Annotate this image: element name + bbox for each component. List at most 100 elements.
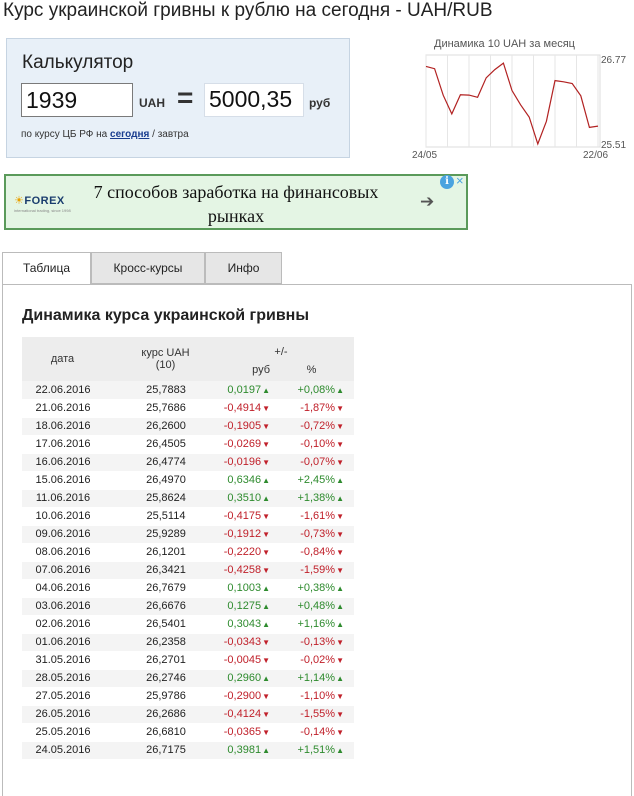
change-rub-value: 0,1275 <box>227 600 262 612</box>
change-pct-value: -1,10% <box>300 690 336 702</box>
cell-date: 27.05.2016 <box>22 687 100 706</box>
header-rub: руб <box>208 359 278 381</box>
cell-rate: 25,7686 <box>100 399 208 418</box>
change-pct-value: -0,73% <box>300 528 336 540</box>
cell-change-pct: -1,10%▼ <box>278 687 354 706</box>
change-rub-value: -0,0045 <box>223 654 262 666</box>
cell-change-pct: -1,61%▼ <box>278 507 354 526</box>
close-icon[interactable]: × <box>456 173 464 188</box>
change-pct-value: -0,14% <box>300 726 336 738</box>
arrow-down-icon: ▼ <box>336 728 344 737</box>
arrow-down-icon: ▼ <box>336 656 344 665</box>
arrow-down-icon: ▼ <box>262 512 270 521</box>
cell-change-pct: -0,14%▼ <box>278 723 354 742</box>
cell-rate: 26,1201 <box>100 543 208 562</box>
table-row: 31.05.2016 26,2701 -0,0045▼ -0,02%▼ <box>22 651 354 670</box>
today-link[interactable]: сегодня <box>110 129 149 140</box>
table-row: 17.06.2016 26,4505 -0,0269▼ -0,10%▼ <box>22 435 354 454</box>
arrow-up-icon: ▲ <box>336 476 344 485</box>
cell-change-rub: 0,3981▲ <box>208 741 278 760</box>
cell-change-pct: -0,72%▼ <box>278 417 354 436</box>
cell-rate: 26,6810 <box>100 723 208 742</box>
table-row: 09.06.2016 25,9289 -0,1912▼ -0,73%▼ <box>22 525 354 544</box>
change-pct-value: +1,51% <box>297 744 336 756</box>
cell-date: 01.06.2016 <box>22 633 100 652</box>
arrow-up-icon: ▲ <box>336 746 344 755</box>
cell-change-rub: -0,0196▼ <box>208 453 278 472</box>
mini-chart-svg: Динамика 10 UAH за месяц 26.77 25.51 24/… <box>412 38 626 161</box>
tab-content: Динамика курса украинской гривны дата ку… <box>2 284 632 796</box>
cell-date: 02.06.2016 <box>22 615 100 634</box>
change-pct-value: +0,38% <box>297 582 336 594</box>
forex-logo-text: FOREX <box>24 195 65 207</box>
cell-change-rub: -0,4258▼ <box>208 561 278 580</box>
table-row: 26.05.2016 26,2686 -0,4124▼ -1,55%▼ <box>22 705 354 724</box>
cell-rate: 26,7679 <box>100 579 208 598</box>
arrow-down-icon: ▼ <box>262 728 270 737</box>
section-title: Динамика курса украинской гривны <box>22 307 309 324</box>
change-pct-value: -0,13% <box>300 636 336 648</box>
mini-chart-xstart: 24/05 <box>412 150 437 161</box>
change-rub-value: -0,0343 <box>223 636 262 648</box>
tab-bar: Таблица Кросс-курсы Инфо <box>2 252 634 285</box>
cell-change-pct: -1,87%▼ <box>278 399 354 418</box>
arrow-up-icon: ▲ <box>336 620 344 629</box>
arrow-up-icon: ▲ <box>262 674 270 683</box>
tomorrow-link[interactable]: завтра <box>158 129 189 140</box>
arrow-right-icon[interactable]: ➔ <box>420 192 434 212</box>
change-rub-value: -0,0196 <box>223 456 262 468</box>
cell-change-rub: -0,1905▼ <box>208 417 278 436</box>
cell-date: 07.06.2016 <box>22 561 100 580</box>
tab-table[interactable]: Таблица <box>2 252 91 285</box>
cell-date: 04.06.2016 <box>22 579 100 598</box>
cell-change-rub: 0,3043▲ <box>208 615 278 634</box>
change-pct-value: +1,38% <box>297 492 336 504</box>
arrow-up-icon: ▲ <box>262 476 270 485</box>
change-rub-value: 0,6346 <box>227 474 262 486</box>
table-row: 22.06.2016 25,7883 0,0197▲ +0,08%▲ <box>22 381 354 400</box>
cell-change-pct: +2,45%▲ <box>278 471 354 490</box>
forex-ad-banner[interactable]: ☀FOREX international trading, since 1998… <box>4 173 468 230</box>
arrow-down-icon: ▼ <box>262 440 270 449</box>
tab-cross-rates[interactable]: Кросс-курсы <box>91 252 205 284</box>
change-pct-value: +2,45% <box>297 474 336 486</box>
change-pct-value: -1,59% <box>300 564 336 576</box>
info-icon[interactable]: i <box>440 175 454 189</box>
cell-change-rub: -0,4914▼ <box>208 399 278 418</box>
cell-change-pct: -0,73%▼ <box>278 525 354 544</box>
arrow-down-icon: ▼ <box>336 440 344 449</box>
header-pct: % <box>278 359 354 381</box>
cell-rate: 26,2701 <box>100 651 208 670</box>
calculator-title: Калькулятор <box>22 52 134 73</box>
change-pct-value: -0,84% <box>300 546 336 558</box>
change-pct-value: -0,72% <box>300 420 336 432</box>
table-row: 21.06.2016 25,7686 -0,4914▼ -1,87%▼ <box>22 399 354 418</box>
amount-input[interactable] <box>21 83 133 117</box>
cell-date: 24.05.2016 <box>22 741 100 760</box>
cell-change-rub: 0,1275▲ <box>208 597 278 616</box>
table-row: 11.06.2016 25,8624 0,3510▲ +1,38%▲ <box>22 489 354 508</box>
arrow-down-icon: ▼ <box>262 638 270 647</box>
arrow-down-icon: ▼ <box>336 548 344 557</box>
arrow-down-icon: ▼ <box>262 422 270 431</box>
cell-change-pct: -0,07%▼ <box>278 453 354 472</box>
cell-change-rub: 0,2960▲ <box>208 669 278 688</box>
cell-change-pct: +0,48%▲ <box>278 597 354 616</box>
cell-change-pct: -1,55%▼ <box>278 705 354 724</box>
mini-chart-title: Динамика 10 UAH за месяц <box>434 38 576 50</box>
sun-icon: ☀ <box>14 195 25 207</box>
cell-date: 26.05.2016 <box>22 705 100 724</box>
cell-change-pct: -0,02%▼ <box>278 651 354 670</box>
cell-rate: 25,8624 <box>100 489 208 508</box>
cell-rate: 26,4774 <box>100 453 208 472</box>
calculator-panel: Калькулятор UAH = 5000,35 руб по курсу Ц… <box>6 38 350 158</box>
tab-info[interactable]: Инфо <box>205 252 282 284</box>
arrow-down-icon: ▼ <box>336 566 344 575</box>
arrow-down-icon: ▼ <box>336 692 344 701</box>
cell-change-pct: -1,59%▼ <box>278 561 354 580</box>
change-pct-value: +1,16% <box>297 618 336 630</box>
table-row: 10.06.2016 25,5114 -0,4175▼ -1,61%▼ <box>22 507 354 526</box>
arrow-down-icon: ▼ <box>336 422 344 431</box>
arrow-down-icon: ▼ <box>336 710 344 719</box>
ad-text[interactable]: 7 способов заработка на финансовых рынка… <box>86 180 386 228</box>
